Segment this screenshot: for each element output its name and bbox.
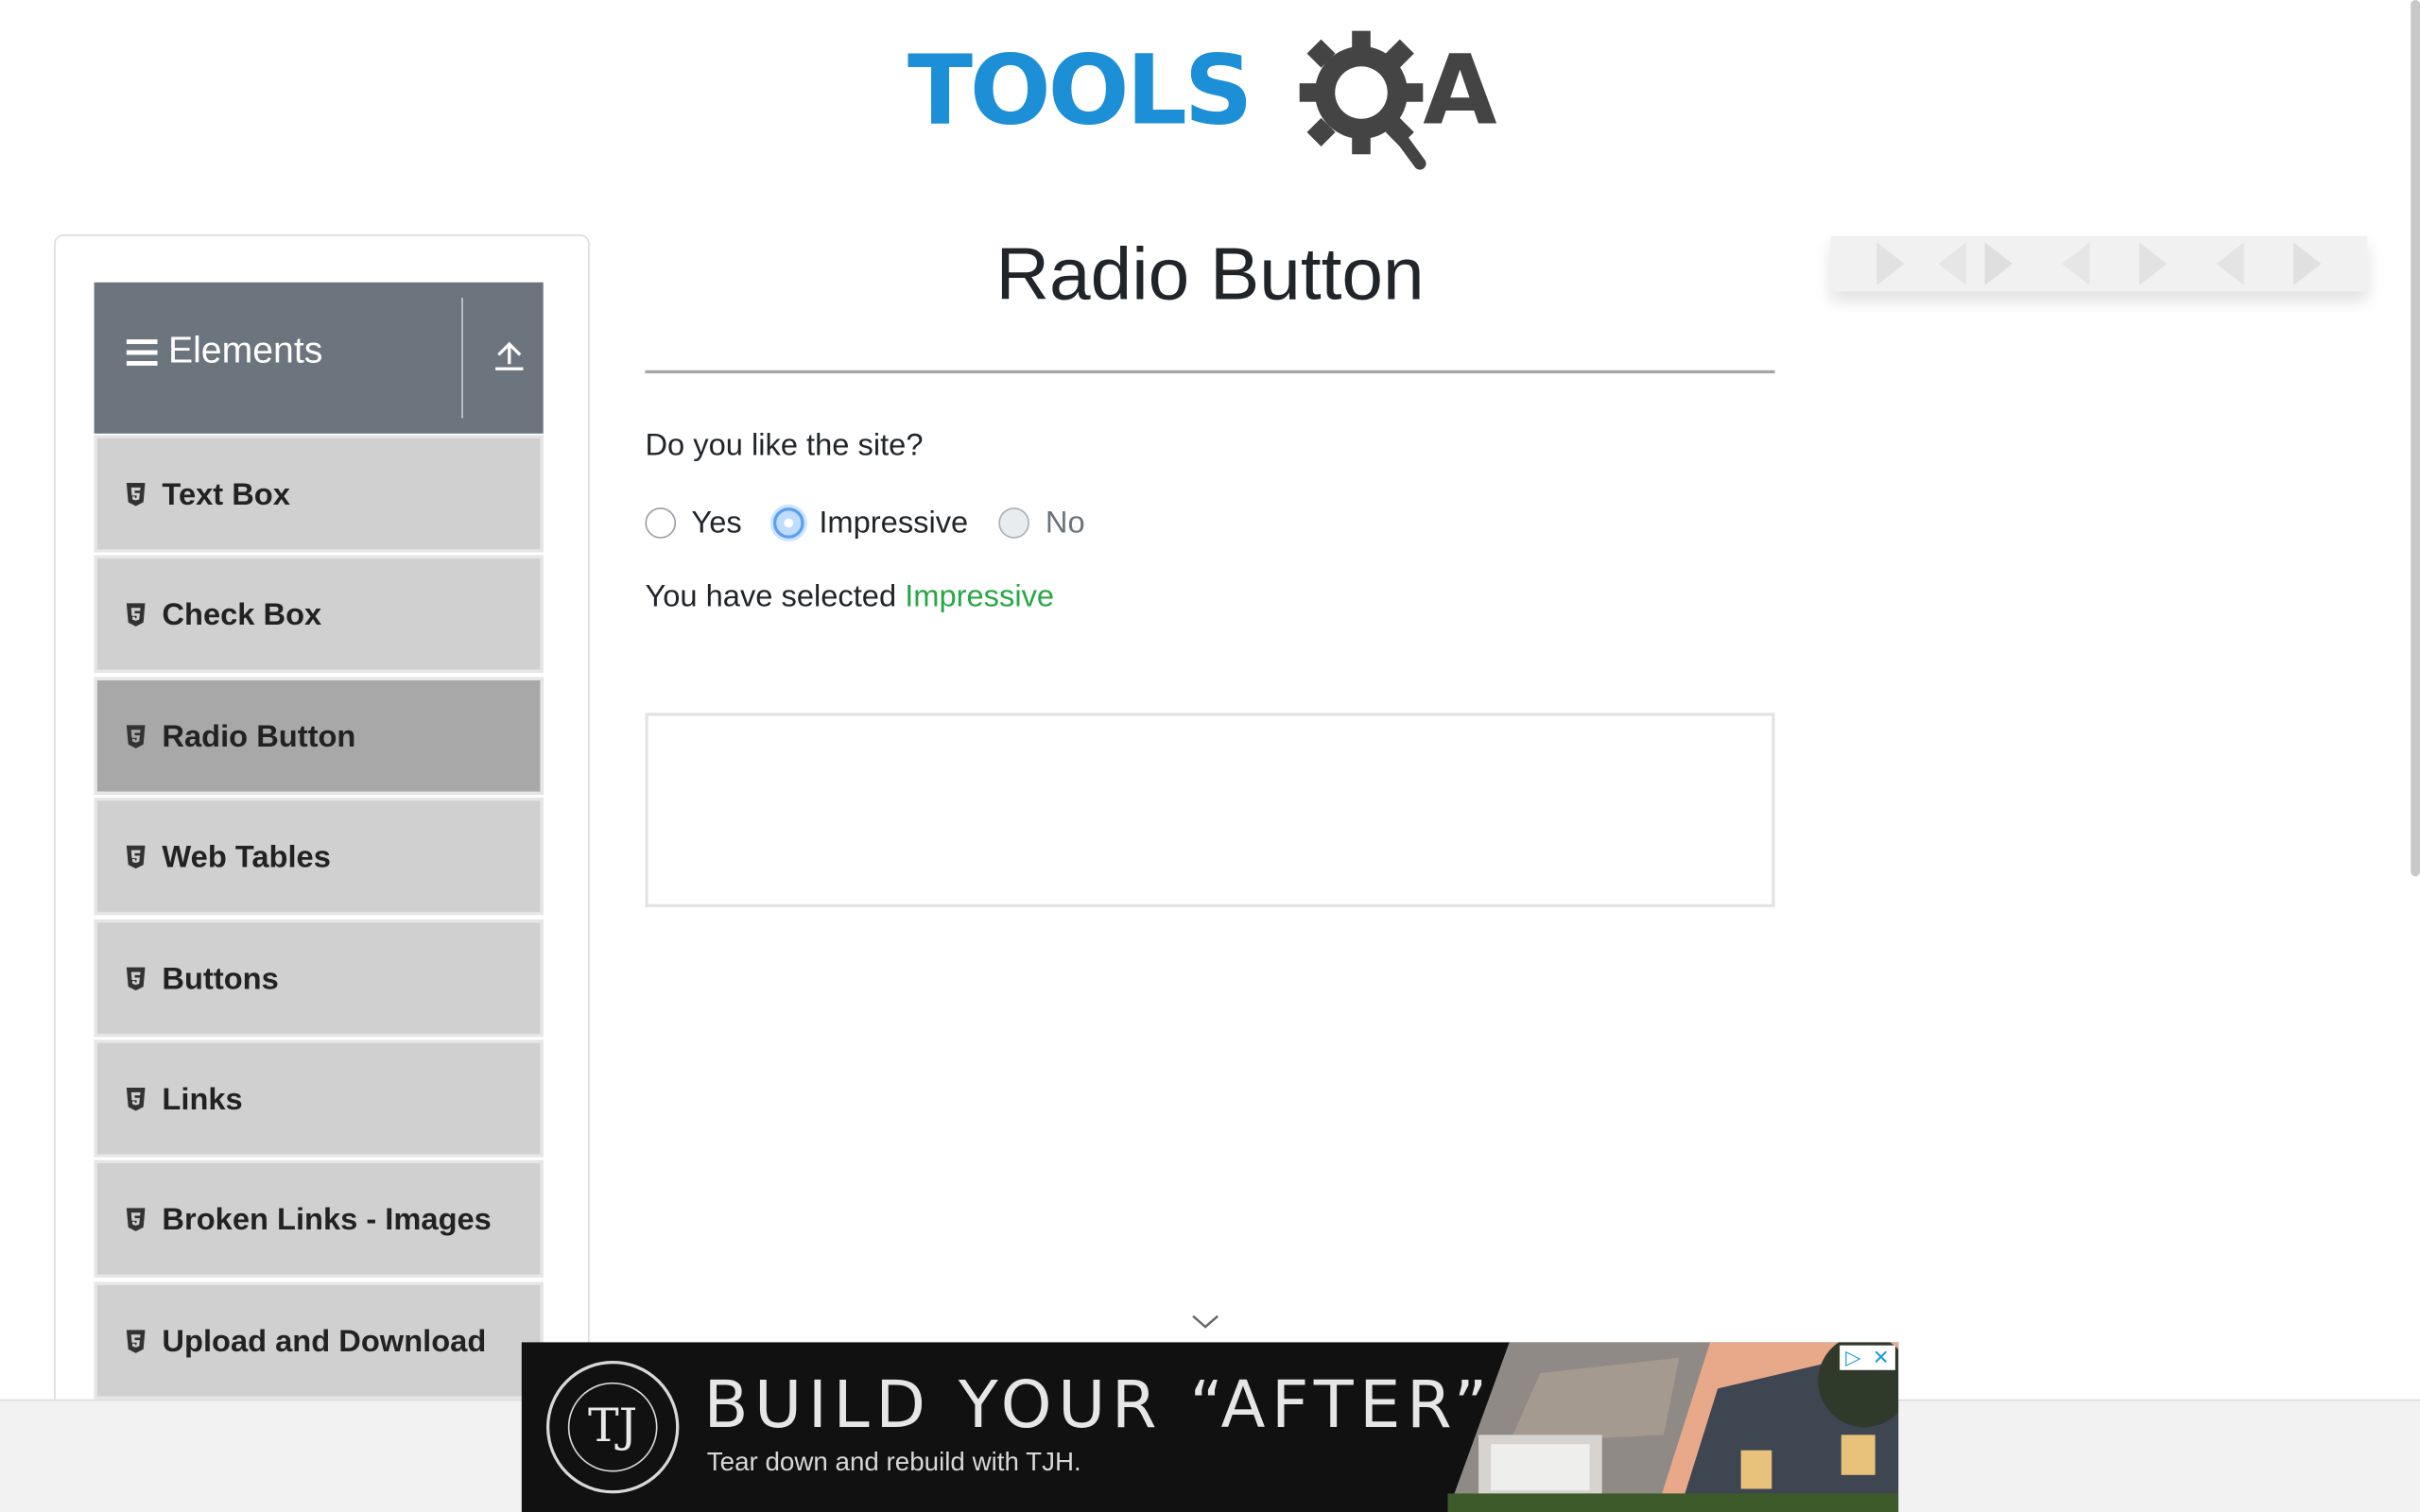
radio-no-input	[998, 507, 1030, 539]
question-label: Do you like the site?	[645, 428, 924, 463]
empty-content-box	[645, 713, 1775, 907]
title-divider	[645, 369, 1775, 374]
html5-icon	[126, 1329, 146, 1353]
result-value: Impressive	[905, 579, 1055, 614]
close-icon[interactable]: ✕	[1873, 1346, 1890, 1370]
html5-icon	[126, 483, 146, 507]
sidebar-item-label: Text Box	[162, 478, 290, 513]
page-title: Radio Button	[995, 234, 1425, 317]
sidebar-item-label: Links	[162, 1083, 243, 1117]
radio-option-no: No	[998, 505, 1085, 541]
result-prefix: You have selected	[645, 579, 897, 614]
page: TOOLS A Elements Text Box Check Box Radi…	[0, 0, 2420, 1512]
left-panel: Elements Text Box Check Box Radio Button	[54, 234, 590, 1469]
sidebar-item-label: Buttons	[162, 962, 279, 996]
ad-choices-icon[interactable]: ▷	[1845, 1346, 1860, 1370]
vertical-scrollbar[interactable]	[2411, 0, 2420, 877]
sidebar-item-text-box[interactable]: Text Box	[94, 435, 544, 553]
ad-badge-logo: TJ	[567, 1382, 658, 1472]
sidebar-item-label: Web Tables	[162, 841, 331, 875]
sidebar-item-broken-links[interactable]: Broken Links - Images	[94, 1160, 544, 1279]
radio-yes-input[interactable]	[645, 507, 677, 539]
html5-icon	[126, 966, 146, 990]
html5-icon	[126, 1208, 146, 1232]
sidebar-item-label: Check Box	[162, 599, 322, 634]
sidebar-item-links[interactable]: Links	[94, 1040, 544, 1158]
radio-impressive-label[interactable]: Impressive	[819, 505, 968, 541]
header-divider	[461, 298, 463, 419]
sidebar-item-label: Radio Button	[162, 720, 356, 755]
ad-headline: BUILD YOUR “AFTER”	[703, 1366, 1494, 1443]
html5-icon	[126, 604, 146, 627]
collapse-upload-icon[interactable]	[493, 338, 527, 372]
radio-option-impressive[interactable]: Impressive	[772, 505, 968, 541]
group-title: Elements	[167, 330, 323, 372]
ad-subtext: Tear down and rebuild with TJH.	[706, 1447, 1081, 1477]
radio-yes-label[interactable]: Yes	[691, 505, 741, 541]
ad-choices-close[interactable]: ▷ ✕	[1840, 1345, 1895, 1370]
selection-result: You have selected Impressive	[645, 578, 1054, 615]
ad-house-image	[1447, 1342, 1899, 1512]
hamburger-icon	[126, 339, 158, 367]
elements-menu: Text Box Check Box Radio Button Web Tabl…	[94, 435, 544, 1402]
radio-impressive-input[interactable]	[772, 507, 804, 539]
chevron-down-icon[interactable]	[1191, 1314, 1219, 1330]
elements-group-header[interactable]: Elements	[94, 282, 544, 434]
html5-icon	[126, 724, 146, 748]
sidebar-item-radio-button[interactable]: Radio Button	[94, 677, 544, 795]
sidebar-item-upload-download[interactable]: Upload and Download	[94, 1281, 544, 1400]
sidebar-item-web-tables[interactable]: Web Tables	[94, 798, 544, 916]
gear-magnifier-icon	[1299, 30, 1426, 170]
side-ad-banner[interactable]	[1830, 235, 2368, 292]
toolsqa-logo[interactable]: TOOLS A	[908, 27, 1522, 174]
radio-group: Yes Impressive No	[645, 502, 1115, 545]
sidebar-item-buttons[interactable]: Buttons	[94, 919, 544, 1037]
html5-icon	[126, 1087, 146, 1111]
radio-option-yes[interactable]: Yes	[645, 505, 742, 541]
logo-text-tools: TOOLS	[907, 33, 1253, 147]
radio-no-label: No	[1045, 506, 1085, 541]
sidebar-item-label: Upload and Download	[162, 1325, 487, 1359]
logo-text-a: A	[1423, 33, 1497, 147]
sidebar-item-check-box[interactable]: Check Box	[94, 556, 544, 674]
bottom-ad[interactable]: TJ BUILD YOUR “AFTER” Tear down and rebu…	[521, 1342, 1899, 1512]
sidebar-item-label: Broken Links - Images	[162, 1204, 492, 1238]
html5-icon	[126, 845, 146, 869]
